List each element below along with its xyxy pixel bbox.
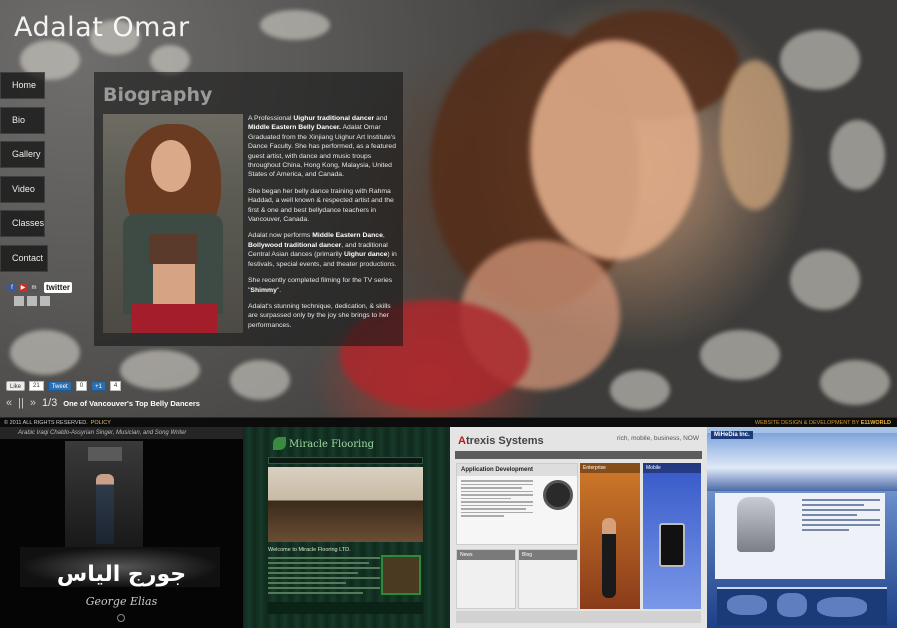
bio-paragraph: Adalat's stunning technique, dedication,… [248,302,391,329]
section-heading: News [457,550,515,560]
biography-heading: Biography [103,84,213,106]
share-buttons: Like 21 Tweet 0 +1 4 [6,381,122,391]
main-nav: Home Bio Gallery Video Classes Contact [0,72,50,279]
portfolio-tagline: rich, mobile, business, NOW [617,435,699,442]
section-heading: Enterprise [580,463,640,473]
portfolio-item-miracle-flooring[interactable]: Miracle Flooring Welcome to Miracle Floo… [243,427,450,628]
welcome-text: Welcome to Miracle Flooring LTD. [268,547,351,553]
slider-pause-button[interactable]: || [18,397,24,409]
facebook-icon[interactable]: f [8,283,16,292]
social-links: f ▶ m twitter [8,282,72,293]
biography-panel: Biography A Professional Uighur traditio… [94,72,403,346]
slider-next-button[interactable]: » [30,397,36,409]
thumbnail-icon[interactable] [14,296,24,306]
portfolio-strip: Arabic Iraqi Chaldo-Assyrian Singer, Mus… [0,427,897,628]
portfolio-item-mihedia[interactable]: MiHeDia Inc. [707,427,897,628]
room-image [268,467,423,542]
tweet-button[interactable]: Tweet [47,381,72,391]
nav-item-gallery[interactable]: Gallery [0,141,45,168]
like-count: 21 [29,381,44,391]
slider-counter: 1/3 [41,397,58,409]
nav-item-classes[interactable]: Classes [0,210,45,237]
biography-text: A Professional Uighur traditional dancer… [248,114,398,337]
thumbnail-icon[interactable] [40,296,50,306]
site-title[interactable]: Adalat Omar [14,12,190,43]
bio-paragraph: She began her belly dance training with … [248,187,394,224]
twitter-link[interactable]: twitter [44,282,72,293]
policy-link[interactable]: POLICY [91,420,111,426]
biography-photo [103,114,243,333]
footer-bar: © 2011 ALL RIGHTS RESERVED. POLICY WEBSIT… [0,417,897,427]
bio-paragraph: She recently completed filming for the T… [248,277,393,294]
plusone-button[interactable]: +1 [91,381,106,391]
trophy-icon [737,497,775,552]
bio-paragraph: A Professional Uighur traditional dancer… [248,115,396,179]
nav-item-video[interactable]: Video [0,175,45,203]
portfolio-item-atrexis[interactable]: Atrexis Systems rich, mobile, business, … [450,427,707,628]
thumbnail-icon[interactable] [27,296,37,306]
like-button[interactable]: Like [6,381,26,391]
nav-item-home[interactable]: Home [0,72,45,99]
portfolio-brand: Miracle Flooring [289,439,375,450]
plusone-count: 4 [109,381,122,391]
section-heading: Blog [519,550,577,560]
slider-caption: One of Vancouver's Top Belly Dancers [63,398,200,408]
portfolio-brand: MiHeDia Inc. [711,431,753,439]
disc-icon [543,480,573,510]
youtube-icon[interactable]: ▶ [19,283,27,292]
arabic-name: جورج الياس [56,562,187,587]
social-thumbnails [14,296,50,306]
bio-paragraph: Adalat now performs Middle Eastern Dance… [248,232,397,268]
portfolio-brand: Atrexis Systems [458,435,544,447]
portfolio-item-george-elias[interactable]: Arabic Iraqi Chaldo-Assyrian Singer, Mus… [0,427,243,628]
portfolio-tagline: Arabic Iraqi Chaldo-Assyrian Singer, Mus… [0,427,243,439]
slider-controls: « || » 1/3 One of Vancouver's Top Belly … [6,397,200,409]
myspace-icon[interactable]: m [30,283,38,292]
logo-icon [117,614,125,622]
singer-figure [96,474,114,544]
nav-item-bio[interactable]: Bio [0,106,45,134]
world-map [717,587,887,625]
leaf-icon [273,437,286,450]
tweet-count: 0 [75,381,88,391]
slider-prev-button[interactable]: « [6,397,12,409]
latin-name: George Elias [85,595,158,608]
phone-icon [659,523,685,567]
section-heading: Application Development [457,464,577,476]
nav-item-contact[interactable]: Contact [0,244,48,272]
section-heading: Mobile [643,463,701,473]
flooring-sample [381,555,421,595]
